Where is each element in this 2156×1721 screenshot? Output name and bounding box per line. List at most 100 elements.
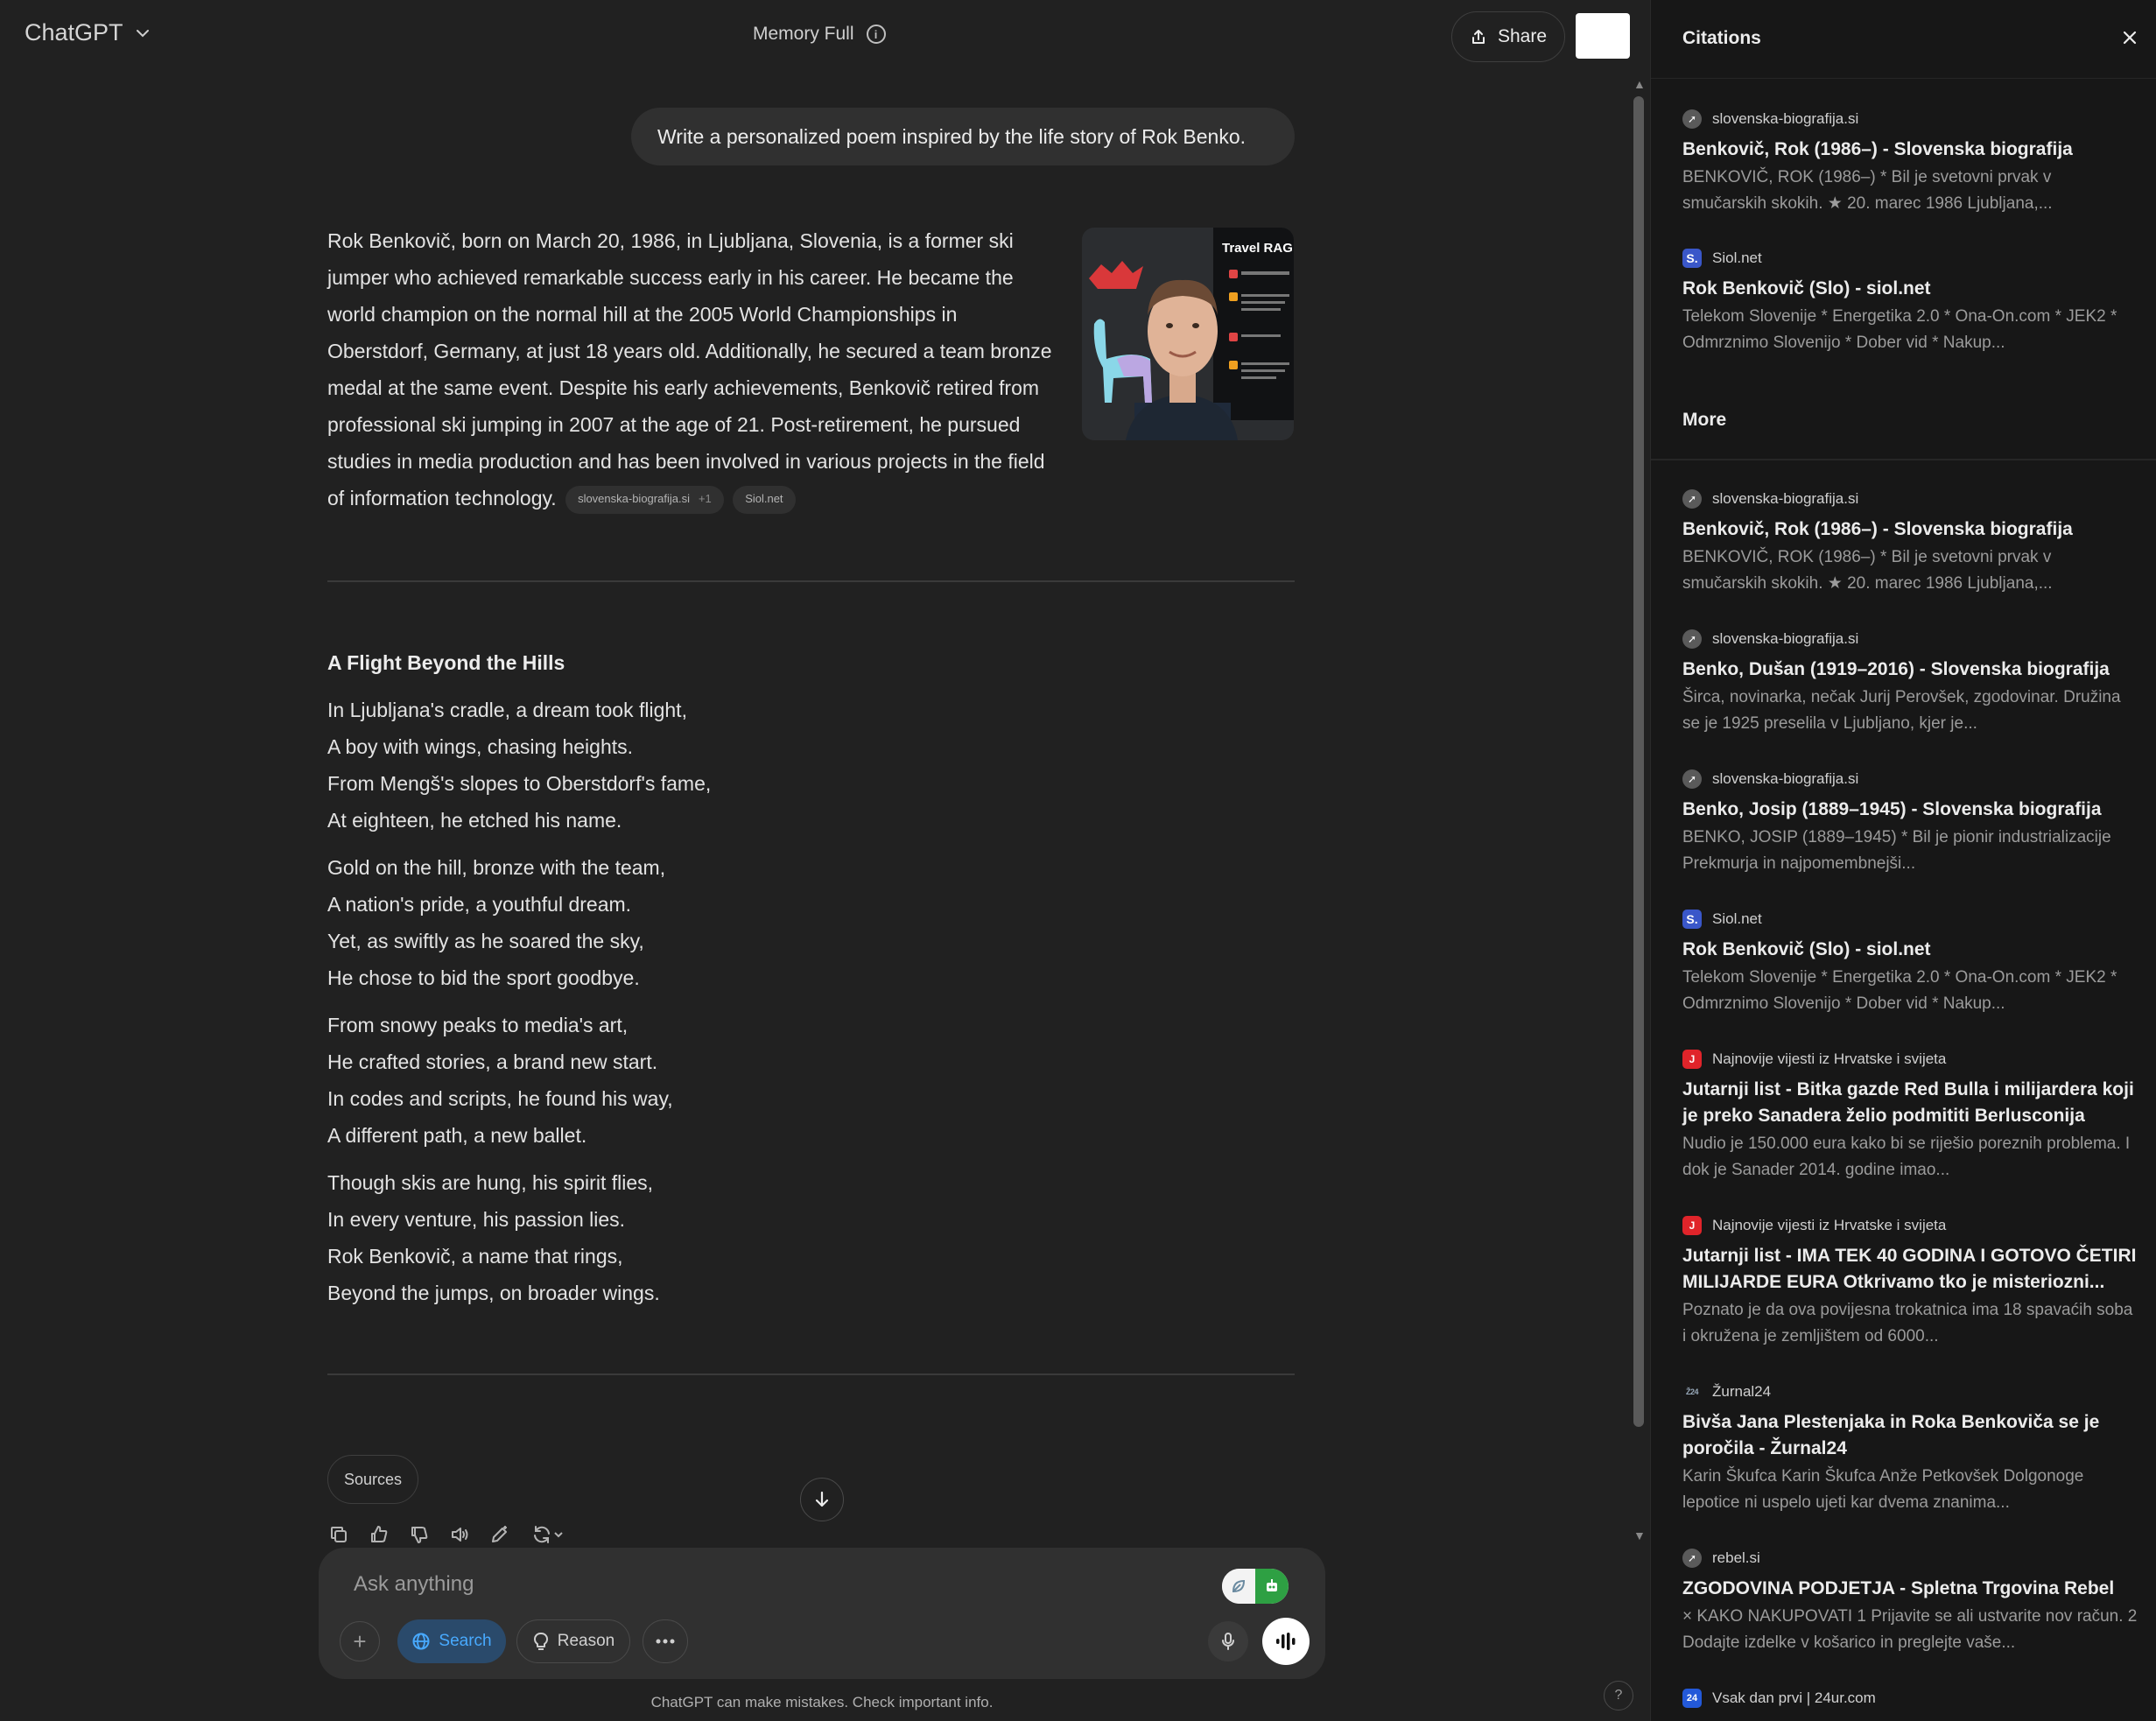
24ur-icon: 24 [1682,1689,1702,1708]
citation-site: Ž24 Žurnal24 [1682,1381,2138,1402]
citation-title: Jutarnji list - Bitka gazde Red Bulla i … [1682,1079,2134,1126]
model-switcher[interactable]: ChatGPT [25,19,151,46]
citation-site-name: Vsak dan prvi | 24ur.com [1712,1689,1876,1706]
search-label: Search [439,1632,492,1650]
microphone-icon [1222,1633,1234,1650]
source-chip-siol[interactable]: Siol.net [733,485,796,514]
citation-snippet: Poznato je da ova povijesna trokatnica i… [1682,1301,2133,1345]
section-divider [327,580,1295,582]
compass-icon: ➚ [1682,489,1702,509]
copy-button[interactable] [327,1523,350,1546]
citation-title: Benkovič, Rok (1986–) - Slovenska biogra… [1682,519,2073,539]
citation-item[interactable]: ➚ slovenska-biografija.si Benko, Josip (… [1682,769,2138,877]
citation-snippet: × KAKO NAKUPOVATI 1 Prijavite se ali ust… [1682,1607,2138,1652]
compass-icon: ➚ [1682,769,1702,789]
message-input[interactable] [354,1567,1141,1602]
citation-snippet: Nudio je 150.000 eura kako bi se riješio… [1682,1134,2131,1179]
citation-item[interactable]: ➚ slovenska-biografija.si Benkovič, Rok … [1682,488,2138,597]
scroll-down-arrow-icon[interactable]: ▼ [1633,1528,1646,1542]
scrollbar-thumb[interactable] [1633,96,1644,1427]
ellipsis-icon [656,1639,675,1644]
poem-line: Rok Benkovič, a name that rings, [327,1245,623,1268]
chat-main: ChatGPT Memory Full i Share ▲ ▼ Write a … [0,0,1650,1721]
citation-snippet: Karin Škufca Karin Škufca Anže Petkovšek… [1682,1467,2084,1512]
poem-stanza: Though skis are hung, his spirit flies, … [327,1164,1115,1311]
citation-site-name: rebel.si [1712,1549,1760,1566]
citation-site-name: slovenska-biografija.si [1712,770,1859,787]
scroll-to-bottom-button[interactable] [800,1478,844,1521]
more-tools-button[interactable] [643,1619,688,1663]
search-toggle[interactable]: Search [397,1619,506,1663]
sources-label: Sources [343,1470,403,1488]
scroll-up-arrow-icon[interactable]: ▲ [1633,77,1646,91]
chevron-down-icon [554,1532,563,1538]
arrow-down-icon [815,1491,829,1507]
citation-title: Bivša Jana Plestenjaka in Roka Benkoviča… [1682,1412,2100,1458]
regenerate-button[interactable] [529,1523,567,1546]
edit-canvas-button[interactable] [488,1523,511,1546]
citation-item[interactable]: J Najnovije vijesti iz Hrvatske i svijet… [1682,1049,2138,1184]
citation-title: Benko, Dušan (1919–2016) - Slovenska bio… [1682,659,2110,679]
citation-site-name: Najnovije vijesti iz Hrvatske i svijeta [1712,1217,1947,1233]
help-button[interactable]: ? [1604,1681,1633,1710]
assistant-answer: Rok Benkovič, born on March 20, 1986, in… [327,222,1052,516]
source-chip-label: Siol.net [745,491,783,505]
poem-line: Gold on the hill, bronze with the team, [327,856,666,879]
siol-icon: S. [1682,910,1702,929]
citation-title: Rok Benkovič (Slo) - siol.net [1682,939,1931,959]
extension-badge[interactable] [1222,1569,1289,1604]
info-icon[interactable]: i [866,25,886,44]
citation-title: Benko, Josip (1889–1945) - Slovenska bio… [1682,799,2102,819]
poem-stanza: Gold on the hill, bronze with the team, … [327,849,1115,996]
sources-button[interactable]: Sources [327,1455,418,1504]
citation-item[interactable]: Ž24 Žurnal24 Bivša Jana Plestenjaka in R… [1682,1381,2138,1516]
memory-status[interactable]: Memory Full i [753,24,886,45]
section-divider [327,1373,1295,1375]
poem-line: From snowy peaks to media's art, [327,1014,629,1036]
citation-item[interactable]: ➚ slovenska-biografija.si Benko, Dušan (… [1682,629,2138,737]
close-icon [2123,31,2137,45]
citation-site: S. Siol.net [1682,248,2138,269]
citation-site: S. Siol.net [1682,909,2138,930]
leaf-icon [1222,1569,1255,1604]
citation-title: Jutarnji list - IMA TEK 40 GODINA I GOTO… [1682,1246,2137,1292]
share-button[interactable]: Share [1451,11,1565,62]
poem-line: He crafted stories, a brand new start. [327,1050,658,1073]
source-chip-slovenska-biografija[interactable]: slovenska-biografija.si +1 [565,485,724,514]
citations-title: Citations [1682,28,1761,48]
citation-site: ➚ slovenska-biografija.si [1682,488,2138,509]
user-message-text: Write a personalized poem inspired by th… [657,124,1247,148]
avatar[interactable] [1576,13,1630,59]
answer-image[interactable]: Travel RAG [1082,228,1294,440]
citation-snippet: BENKOVIČ, ROK (1986–) * Bil je svetovni … [1682,168,2053,213]
close-citations-button[interactable] [2117,25,2143,51]
read-aloud-button[interactable] [448,1523,471,1546]
poem-line: At eighteen, he etched his name. [327,809,622,832]
citation-site-name: Žurnal24 [1712,1383,1772,1400]
more-heading: More [1682,410,1727,430]
citation-item[interactable]: 24 Vsak dan prvi | 24ur.com [1682,1688,2138,1709]
pencil-sparkle-icon [492,1526,507,1542]
citation-site: ➚ slovenska-biografija.si [1682,109,2138,130]
citation-item[interactable]: ➚ slovenska-biografija.si Benkovič, Rok … [1682,109,2138,217]
citation-item[interactable]: ➚ rebel.si ZGODOVINA PODJETJA - Spletna … [1682,1548,2138,1656]
speaker-icon [452,1528,468,1542]
thumbs-down-button[interactable] [408,1523,431,1546]
poem-line: Though skis are hung, his spirit flies, [327,1171,654,1194]
user-message: Write a personalized poem inspired by th… [631,108,1295,165]
citation-item[interactable]: S. Siol.net Rok Benkovič (Slo) - siol.ne… [1682,909,2138,1017]
attach-button[interactable]: + [340,1621,380,1661]
share-icon [1471,30,1485,44]
voice-mode-button[interactable] [1262,1618,1310,1665]
citation-site: J Najnovije vijesti iz Hrvatske i svijet… [1682,1049,2138,1070]
thumbs-up-button[interactable] [368,1523,390,1546]
citation-item[interactable]: J Najnovije vijesti iz Hrvatske i svijet… [1682,1215,2138,1350]
citation-site: J Najnovije vijesti iz Hrvatske i svijet… [1682,1215,2138,1236]
poem-line: In every venture, his passion lies. [327,1208,626,1231]
composer: + Search Reason [319,1548,1325,1679]
reason-toggle[interactable]: Reason [516,1619,630,1663]
answer-text: Rok Benkovič, born on March 20, 1986, in… [327,229,1052,509]
citation-item[interactable]: S. Siol.net Rok Benkovič (Slo) - siol.ne… [1682,248,2138,356]
voice-waveform-icon [1276,1633,1296,1650]
dictate-button[interactable] [1208,1621,1248,1661]
